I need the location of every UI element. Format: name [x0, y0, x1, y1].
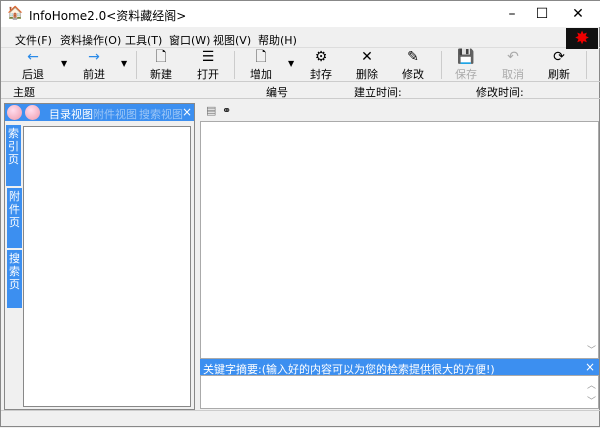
separator [586, 51, 587, 79]
refresh-button[interactable]: ⟳ 刷新 [537, 49, 581, 82]
close-panel-icon[interactable]: × [182, 105, 192, 119]
forward-dropdown-icon[interactable]: ▼ [121, 59, 127, 68]
new-button[interactable]: 🗋 新建 [139, 49, 183, 82]
save-disk-icon: 💾 [457, 49, 475, 65]
add-document-icon: 🗋 [255, 49, 267, 65]
status-bar [1, 410, 600, 428]
separator [136, 51, 137, 79]
close-button[interactable]: ✕ [561, 1, 595, 27]
side-tab-search[interactable]: 搜索页 [7, 250, 22, 308]
minimize-button[interactable]: – [495, 1, 529, 27]
title-bar: 🏠 InfoHome2.0<资料藏经阁> – ☐ ✕ [1, 1, 600, 27]
menu-file[interactable]: 文件(F) [15, 32, 52, 48]
edit-button[interactable]: ✎ 修改 [391, 49, 435, 82]
delete-button[interactable]: ✕ 删除 [345, 49, 389, 82]
forward-label: 前进 [83, 68, 105, 81]
content-toolbar: ▤ ⚭ [200, 103, 599, 121]
separator [441, 51, 442, 79]
created-time-label: 建立时间: [354, 86, 402, 99]
back-label: 后退 [22, 68, 44, 81]
keyword-input[interactable]: ︿ ﹀ [200, 375, 599, 409]
open-label: 打开 [197, 68, 219, 81]
tab-catalog-view[interactable]: 目录视图 [49, 106, 93, 122]
toolbar: ← 后退 ▼ → 前进 ▼ 🗋 新建 ☰ 打开 🗋 增加 ▼ ⚙ 封存 ✕ 删除 ✎ 修改 💾 保… [1, 49, 600, 82]
number-label: 编号 [266, 86, 288, 99]
content-editor[interactable]: ﹀ [200, 121, 599, 359]
binoculars-icon[interactable]: ⚭ [222, 104, 231, 117]
delete-label: 删除 [356, 68, 378, 81]
menu-view[interactable]: 视图(V) [213, 32, 251, 48]
refresh-label: 刷新 [548, 68, 570, 81]
save-label: 保存 [455, 68, 477, 81]
keyword-summary-bar: 关键字摘要:(输入好的内容可以为您的检索提供很大的方便!) × [200, 359, 599, 376]
menu-tools[interactable]: 工具(T) [125, 32, 162, 48]
maximize-button[interactable]: ☐ [525, 1, 559, 27]
arrow-left-icon: ← [27, 49, 39, 65]
menu-window[interactable]: 窗口(W) [169, 32, 210, 48]
undo-icon: ↶ [507, 49, 519, 65]
archive-icon: ⚙ [314, 49, 328, 65]
left-panel-header: 目录视图 附件视图 搜索视图 × [5, 104, 194, 121]
app-icon: 🏠 [7, 6, 24, 21]
save-button[interactable]: 💾 保存 [444, 49, 488, 82]
edit-label: 修改 [402, 68, 424, 81]
scroll-down-icon[interactable]: ﹀ [587, 343, 596, 356]
record-header: 主题 编号 建立时间: 修改时间: [1, 83, 600, 99]
separator [234, 51, 235, 79]
pink-ball-icon[interactable] [25, 105, 40, 120]
arrow-right-icon: → [88, 49, 100, 65]
window-title: InfoHome2.0<资料藏经阁> [29, 9, 187, 23]
menu-data-ops[interactable]: 资料操作(O) [60, 32, 121, 48]
modified-time-label: 修改时间: [476, 86, 524, 99]
scroll-up-icon[interactable]: ︿ [587, 378, 596, 391]
pink-ball-icon[interactable] [7, 105, 22, 120]
close-keyword-icon[interactable]: × [585, 360, 595, 374]
add-button[interactable]: 🗋 增加 [239, 49, 283, 82]
scroll-down-icon[interactable]: ﹀ [587, 394, 596, 407]
left-panel: 目录视图 附件视图 搜索视图 × 索引页 附件页 搜索页 [4, 103, 195, 410]
add-dropdown-icon[interactable]: ▼ [288, 59, 294, 68]
maple-leaf-logo: ✸ [566, 28, 598, 49]
back-dropdown-icon[interactable]: ▼ [61, 59, 67, 68]
side-tab-index[interactable]: 索引页 [6, 125, 21, 186]
new-document-icon: 🗋 [155, 49, 167, 65]
delete-x-icon: ✕ [361, 49, 373, 65]
catalog-tree[interactable] [23, 126, 191, 407]
add-label: 增加 [250, 68, 272, 81]
tab-search-view[interactable]: 搜索视图 [139, 106, 183, 122]
subject-label: 主题 [13, 86, 35, 99]
cancel-label: 取消 [502, 68, 524, 81]
refresh-icon: ⟳ [553, 49, 565, 65]
edit-icon: ✎ [407, 49, 419, 65]
tab-attachment-view[interactable]: 附件视图 [93, 106, 137, 122]
new-label: 新建 [150, 68, 172, 81]
open-button[interactable]: ☰ 打开 [186, 49, 230, 82]
cancel-button[interactable]: ↶ 取消 [491, 49, 535, 82]
side-tab-attachment[interactable]: 附件页 [7, 188, 22, 248]
archive-label: 封存 [310, 68, 332, 81]
open-book-icon: ☰ [201, 49, 215, 65]
document-icon[interactable]: ▤ [206, 104, 216, 117]
menu-bar: 文件(F) 资料操作(O) 工具(T) 窗口(W) 视图(V) 帮助(H) [1, 28, 600, 48]
menu-help[interactable]: 帮助(H) [258, 32, 297, 48]
back-button[interactable]: ← 后退 [11, 49, 55, 82]
forward-button[interactable]: → 前进 [72, 49, 116, 82]
archive-button[interactable]: ⚙ 封存 [299, 49, 343, 82]
